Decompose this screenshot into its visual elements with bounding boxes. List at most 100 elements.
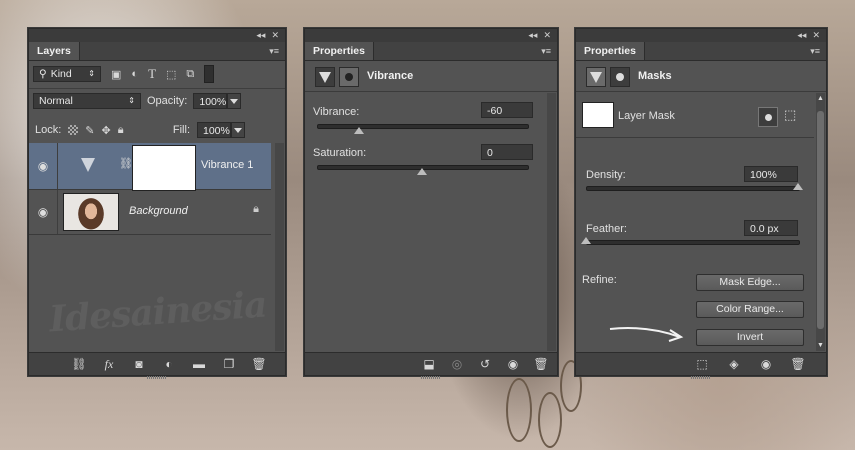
invert-button[interactable]: Invert — [696, 329, 804, 346]
adjustment-filter-icon[interactable]: ◐ — [131, 68, 138, 80]
scroll-up-arrow-icon[interactable]: ▲ — [816, 95, 825, 102]
close-icon[interactable]: ✕ — [543, 30, 551, 41]
link-layers-icon[interactable]: ⛓︎ — [71, 356, 87, 372]
layer-row-background[interactable]: ◉ Background 🔒︎ — [29, 190, 271, 235]
add-vector-mask-icon[interactable]: ⬚ — [784, 107, 796, 123]
visibility-eye-icon[interactable]: ◉ — [505, 356, 521, 372]
vibrance-slider-thumb[interactable] — [354, 127, 364, 134]
vibrance-adjustment-icon — [315, 67, 335, 87]
panel-menu-icon[interactable]: ▾≡ — [269, 46, 285, 60]
refine-label: Refine: — [582, 274, 617, 286]
saturation-slider-thumb[interactable] — [417, 168, 427, 175]
panel-menu-icon[interactable]: ▾≡ — [541, 46, 557, 60]
reset-icon[interactable]: ↺ — [477, 356, 493, 372]
adjustment-view-icon[interactable] — [586, 67, 606, 87]
panel-titlebar[interactable]: ◂◂ ✕ — [305, 29, 557, 42]
tab-layers[interactable]: Layers — [29, 42, 80, 60]
properties-bottom-toolbar: ⬓ ◎ ↺ ◉ 🗑︎ — [305, 352, 557, 379]
saturation-input[interactable]: 0 — [481, 144, 533, 160]
visibility-eye-icon[interactable]: ◉ — [758, 356, 774, 372]
resize-grip[interactable] — [691, 376, 711, 379]
blend-mode-dropdown[interactable]: Normal ⇕ — [33, 93, 141, 109]
lock-position-move-icon[interactable]: ✥ — [102, 124, 111, 137]
apply-mask-icon[interactable]: ◈ — [726, 356, 742, 372]
vibrance-slider-track[interactable] — [317, 124, 529, 129]
watermark: Idesainesia — [47, 283, 268, 341]
chevron-updown-icon: ⇕ — [88, 69, 95, 78]
trash-icon[interactable]: 🗑︎ — [251, 356, 267, 372]
pixel-filter-icon[interactable]: ▣ — [111, 68, 121, 81]
mask-view-icon[interactable] — [339, 67, 359, 87]
shape-filter-icon[interactable]: ⬚ — [166, 68, 176, 81]
collapse-icon[interactable]: ◂◂ — [256, 30, 265, 41]
feather-slider-thumb[interactable] — [581, 237, 591, 244]
pixel-mask-icon[interactable] — [758, 107, 778, 127]
properties-scrollbar[interactable] — [547, 93, 556, 351]
feather-input[interactable]: 0.0 px — [744, 220, 798, 236]
vibrance-adjustment-icon[interactable] — [81, 158, 95, 172]
fill-slider-button[interactable] — [231, 122, 245, 138]
trash-icon[interactable]: 🗑︎ — [790, 356, 806, 372]
layers-panel: ◂◂ ✕ Layers ▾≡ ⚲ Kind ⇕ ▣ ◐ T ⬚ ⧉ Normal… — [28, 28, 286, 379]
scroll-down-arrow-icon[interactable]: ▼ — [816, 342, 825, 349]
density-input[interactable]: 100% — [744, 166, 798, 182]
new-layer-icon[interactable]: ❐ — [221, 356, 237, 372]
resize-grip[interactable] — [421, 376, 441, 379]
arrow-annotation-icon — [609, 327, 684, 342]
layer-name[interactable]: Background — [129, 205, 188, 217]
smart-object-filter-icon[interactable]: ⧉ — [186, 68, 194, 81]
density-slider-track[interactable] — [586, 186, 800, 191]
new-adjustment-icon[interactable]: ◐ — [161, 356, 177, 372]
add-mask-icon[interactable]: ◙ — [131, 356, 147, 372]
type-filter-icon[interactable]: T — [148, 66, 156, 82]
mask-edge-button[interactable]: Mask Edge... — [696, 274, 804, 291]
vibrance-properties-panel: ◂◂ ✕ Properties ▾≡ Vibrance Vibrance: -6… — [304, 28, 558, 379]
properties-scrollbar[interactable]: ▲ ▼ — [816, 93, 825, 351]
opacity-input[interactable]: 100% — [193, 93, 228, 109]
trash-icon[interactable]: 🗑︎ — [533, 356, 549, 372]
background-thumbnail[interactable] — [63, 193, 119, 231]
scrollbar-thumb[interactable] — [817, 111, 824, 329]
lock-icon: 🔒︎ — [253, 203, 259, 215]
layer-row-vibrance[interactable]: ◉ ⛓︎ Vibrance 1 — [29, 143, 271, 190]
fill-input[interactable]: 100% — [197, 122, 231, 138]
clip-to-layer-icon[interactable]: ⬓ — [421, 356, 437, 372]
fx-icon[interactable]: fx — [101, 356, 117, 372]
necklace-link — [506, 378, 532, 442]
resize-grip[interactable] — [147, 376, 167, 379]
blend-mode-value: Normal — [39, 95, 73, 107]
close-icon[interactable]: ✕ — [812, 30, 820, 41]
new-group-folder-icon[interactable]: ▬ — [191, 356, 207, 372]
opacity-slider-button[interactable] — [227, 93, 242, 109]
collapse-icon[interactable]: ◂◂ — [797, 30, 806, 41]
layer-mask-thumbnail[interactable] — [133, 146, 195, 190]
lock-pixels-brush-icon[interactable]: ✎ — [85, 124, 94, 137]
layer-mask-label: Layer Mask — [618, 110, 675, 122]
layers-scrollbar[interactable] — [275, 143, 284, 351]
mask-link-icon[interactable]: ⛓︎ — [119, 157, 133, 170]
visibility-eye-icon[interactable]: ◉ — [29, 143, 58, 189]
view-previous-state-icon[interactable]: ◎ — [449, 356, 465, 372]
load-selection-icon[interactable]: ⬚ — [694, 356, 710, 372]
panel-menu-icon[interactable]: ▾≡ — [810, 46, 826, 60]
tab-properties[interactable]: Properties — [576, 42, 645, 60]
layer-name[interactable]: Vibrance 1 — [201, 159, 253, 171]
close-icon[interactable]: ✕ — [271, 30, 279, 41]
filter-toggle-icon[interactable] — [204, 65, 215, 83]
panel-titlebar[interactable]: ◂◂ ✕ — [29, 29, 285, 42]
color-range-button[interactable]: Color Range... — [696, 301, 804, 318]
feather-slider-track[interactable] — [586, 240, 800, 245]
lock-transparent-icon[interactable] — [68, 125, 79, 135]
visibility-eye-icon[interactable]: ◉ — [29, 190, 58, 234]
collapse-icon[interactable]: ◂◂ — [528, 30, 537, 41]
chevron-down-icon — [234, 127, 242, 133]
density-slider-thumb[interactable] — [793, 183, 803, 190]
layers-bottom-toolbar: ⛓︎ fx ◙ ◐ ▬ ❐ 🗑︎ — [29, 352, 285, 379]
panel-titlebar[interactable]: ◂◂ ✕ — [576, 29, 826, 42]
tab-properties[interactable]: Properties — [305, 42, 374, 60]
filter-kind-dropdown[interactable]: ⚲ Kind ⇕ — [33, 66, 101, 82]
feather-label: Feather: — [586, 223, 627, 235]
lock-all-icon[interactable]: 🔒︎ — [118, 124, 124, 137]
mask-thumbnail[interactable] — [582, 102, 614, 128]
vibrance-input[interactable]: -60 — [481, 102, 533, 118]
